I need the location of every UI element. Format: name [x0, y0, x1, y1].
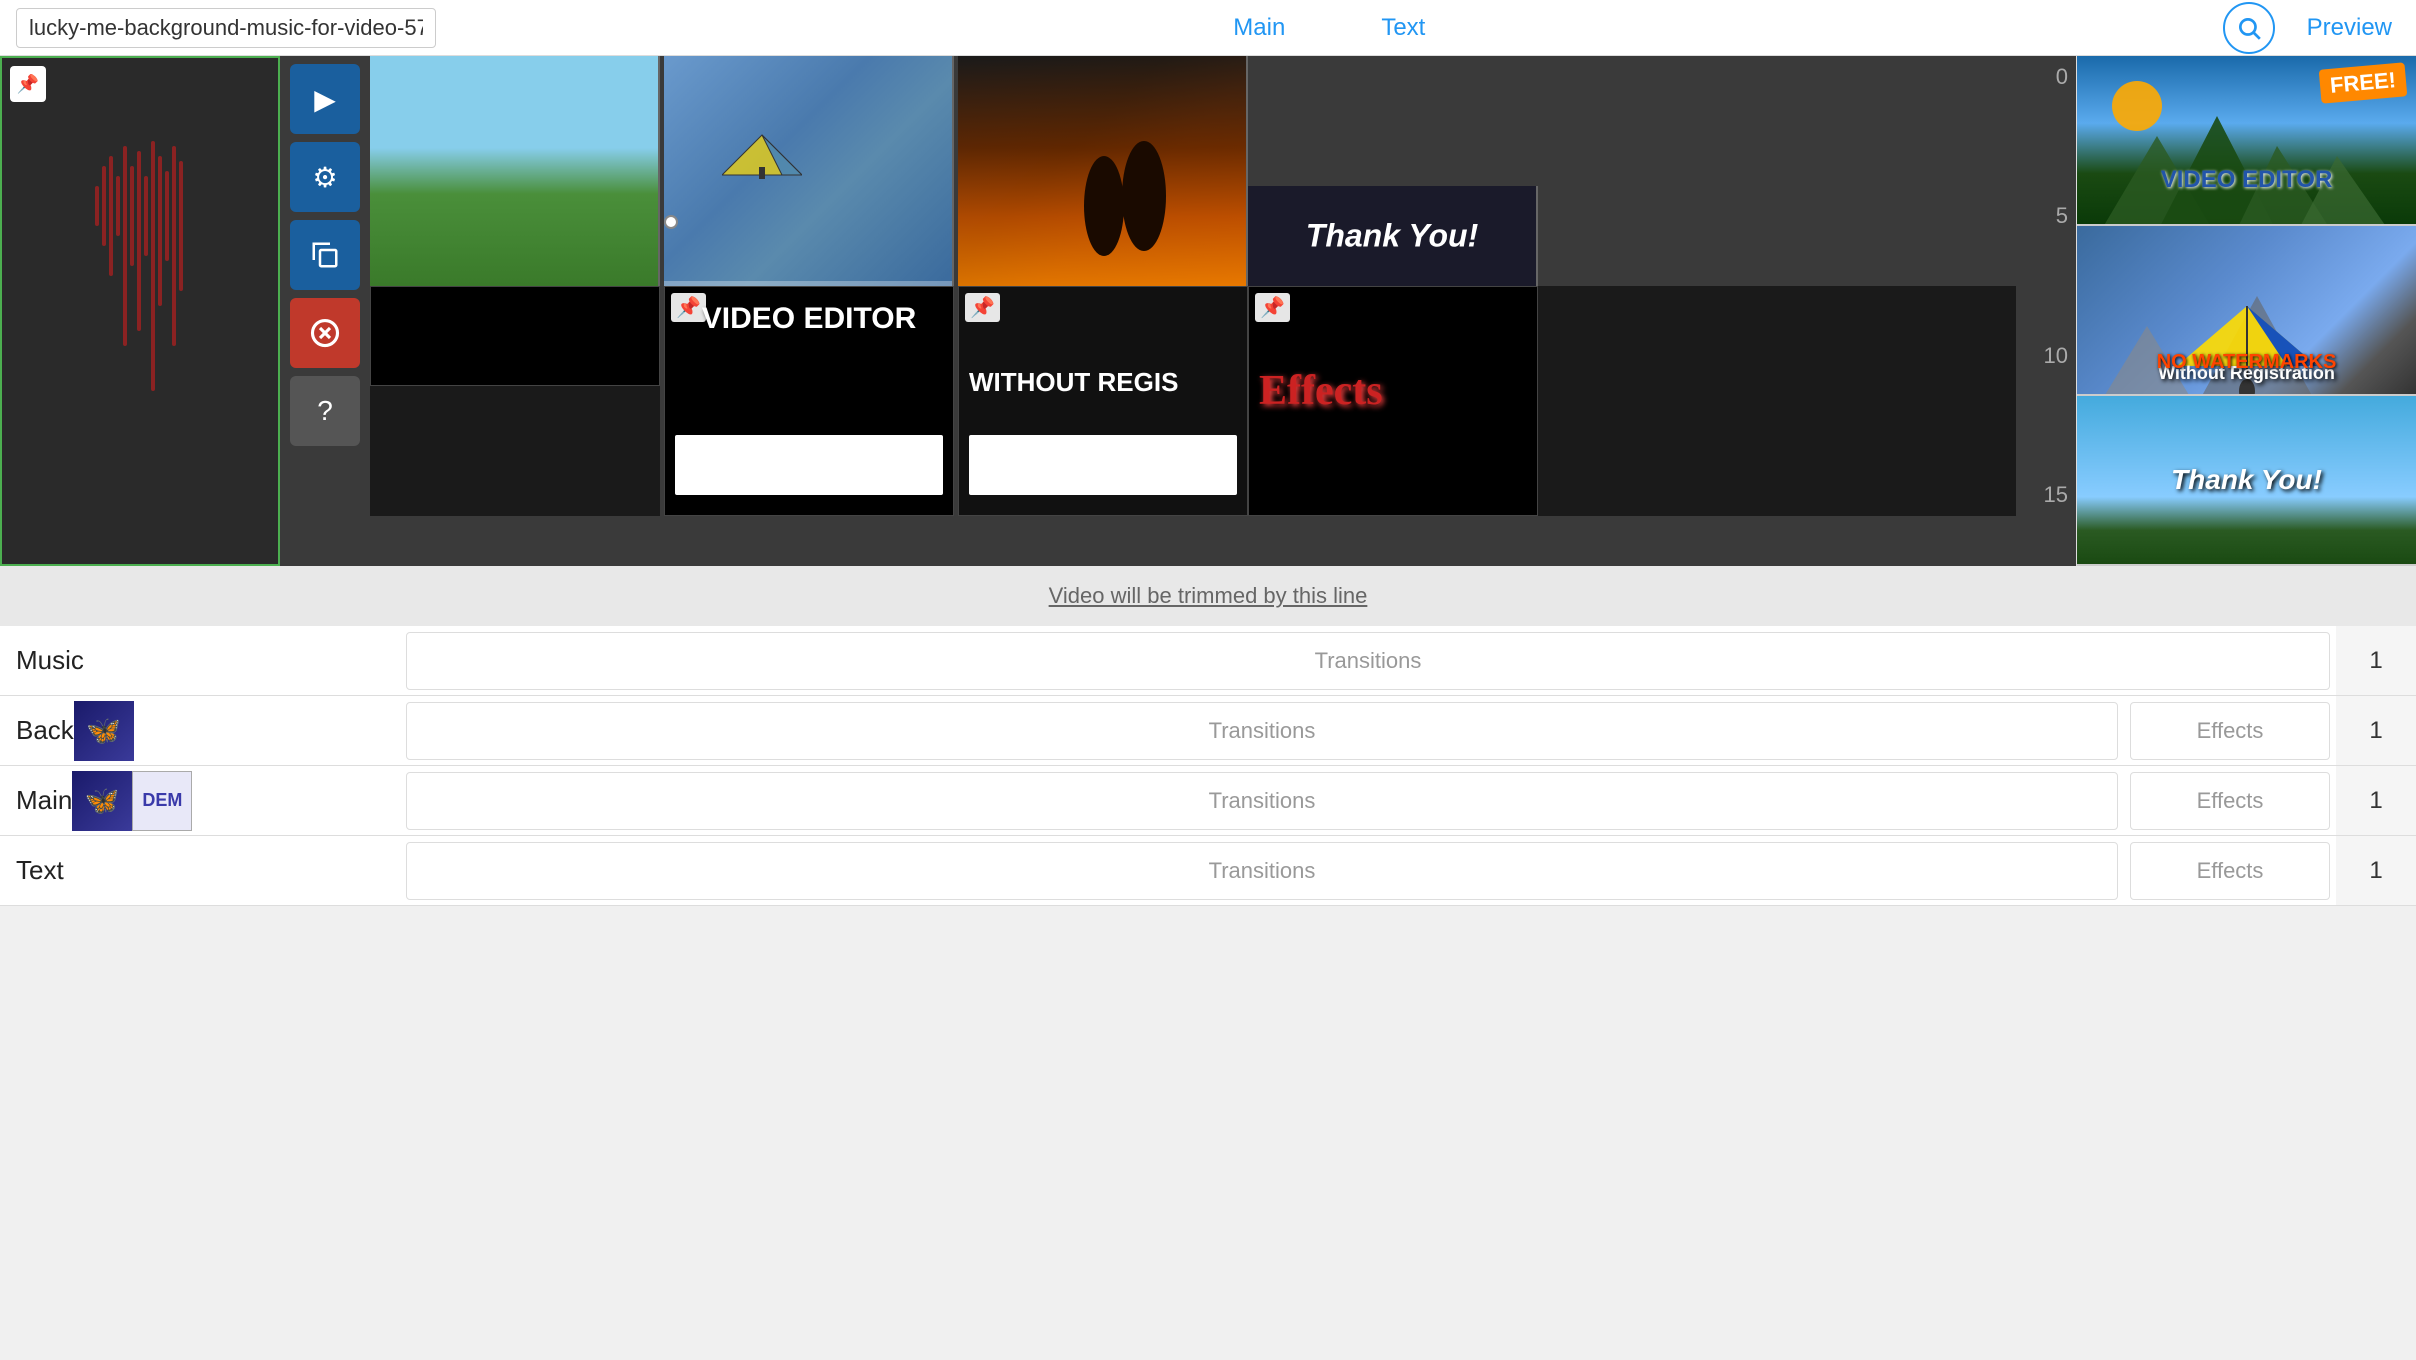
sidebar-main-label: Main [16, 785, 72, 816]
preview-panel: FREE! VIDEO EDITOR Without Registration … [2076, 56, 2416, 566]
text-track: 📌 VIDEO EDITOR 📌 WITHOUT REGIS 📌 Effects [370, 286, 2076, 516]
waveform-svg [95, 136, 185, 536]
right-numbers: 1 1 1 1 [2336, 626, 2416, 906]
sidebar-item-text[interactable]: Text [0, 836, 400, 906]
preview-item-hang[interactable]: Without Registration NO WATERMARKS [2077, 226, 2416, 396]
timeline-10: 10 [2020, 343, 2072, 369]
transition-btn-1[interactable]: Transitions [406, 702, 2118, 760]
preview-video-editor-text: VIDEO EDITOR [2077, 166, 2416, 194]
preview-thankyou-text: Thank You! [2077, 464, 2416, 496]
effects-btn-2[interactable]: Effects [2130, 772, 2330, 830]
pin-button[interactable]: 📌 [10, 66, 46, 102]
timeline-row-0: Transitions [400, 626, 2336, 696]
transition-btn-0[interactable]: Transitions [406, 632, 2330, 690]
timeline-numbers: 0 5 10 15 [2016, 56, 2076, 516]
effects-btn-1[interactable]: Effects [2130, 702, 2330, 760]
trim-area: Video will be trimmed by this line [0, 566, 2416, 626]
tab-text[interactable]: Text [1373, 10, 1433, 46]
clip-fire[interactable] [958, 56, 1248, 286]
bottom-area: Music Back 🦋 Main 🦋 DEM Text Transitions [0, 626, 2416, 906]
timeline-15: 15 [2020, 482, 2072, 508]
video-track-top: Thank You! [370, 56, 2076, 286]
timeline-row-2: Transitions Effects [400, 766, 2336, 836]
without-text: WITHOUT REGIS [969, 367, 1237, 398]
transition-btn-2[interactable]: Transitions [406, 772, 2118, 830]
pin-icon-effects: 📌 [1255, 293, 1290, 322]
sidebar-main-thumb: 🦋 [72, 771, 132, 831]
video-editor-title: VIDEO EDITOR [665, 302, 953, 336]
text-clip-effects[interactable]: 📌 Effects [1248, 286, 1538, 516]
middle-timeline: Transitions Transitions Effects Transiti… [400, 626, 2336, 906]
waveform-container [2, 58, 278, 564]
sidebar-text-label: Text [16, 855, 64, 886]
sidebar-back-label: Back [16, 715, 74, 746]
sidebar-music-label: Music [16, 645, 84, 676]
video-timeline: Thank You! 📌 VIDEO EDITOR [370, 56, 2076, 566]
pin-icon-without: 📌 [965, 293, 1000, 322]
help-button[interactable]: ? [290, 376, 360, 446]
editor-area: 📌 ▶ ⚙ [0, 56, 2416, 566]
audio-panel: 📌 [0, 56, 280, 566]
timeline-0: 0 [2020, 64, 2072, 90]
transition-btn-3[interactable]: Transitions [406, 842, 2118, 900]
timeline-row-1: Transitions Effects [400, 696, 2336, 766]
number-cell-3: 1 [2336, 836, 2416, 906]
no-watermarks-text: NO WATERMARKS [2077, 351, 2416, 374]
header-tabs: Main Text [436, 10, 2223, 46]
preview-item-thankyou[interactable]: Thank You! [2077, 396, 2416, 566]
timeline-5: 5 [2020, 203, 2072, 229]
left-sidebar: Music Back 🦋 Main 🦋 DEM Text [0, 626, 400, 906]
number-cell-0: 1 [2336, 626, 2416, 696]
clip-thankyou[interactable]: Thank You! [1248, 186, 1538, 286]
preview-label[interactable]: Preview [2299, 10, 2400, 46]
preview-item-mountain[interactable]: FREE! VIDEO EDITOR [2077, 56, 2416, 226]
sidebar-item-main[interactable]: Main 🦋 DEM [0, 766, 400, 836]
delete-button[interactable] [290, 298, 360, 368]
sidebar-item-music[interactable]: Music [0, 626, 400, 696]
header: Main Text Preview [0, 0, 2416, 56]
sidebar-back-thumb: 🦋 [74, 701, 134, 761]
text-clip-video-editor[interactable]: 📌 VIDEO EDITOR [664, 286, 954, 516]
thankyou-text: Thank You! [1258, 218, 1526, 255]
effects-text: Effects [1259, 367, 1527, 415]
tab-main[interactable]: Main [1225, 10, 1293, 46]
clip-hang-glider[interactable] [664, 56, 954, 286]
sidebar-dem-thumb: DEM [132, 771, 192, 831]
text-clip-1[interactable] [370, 286, 660, 386]
sidebar-item-back[interactable]: Back 🦋 [0, 696, 400, 766]
effects-btn-3[interactable]: Effects [2130, 842, 2330, 900]
play-button[interactable]: ▶ [290, 64, 360, 134]
timeline-row-3: Transitions Effects [400, 836, 2336, 906]
filename-input[interactable] [16, 8, 436, 48]
controls-panel: ▶ ⚙ ? [280, 56, 370, 566]
trim-line-text: Video will be trimmed by this line [1049, 583, 1368, 609]
copy-button[interactable] [290, 220, 360, 290]
number-cell-2: 1 [2336, 766, 2416, 836]
number-cell-1: 1 [2336, 696, 2416, 766]
clip-landscape[interactable] [370, 56, 660, 286]
text-clip-without[interactable]: 📌 WITHOUT REGIS [958, 286, 1248, 516]
search-button[interactable] [2223, 2, 2275, 54]
settings-button[interactable]: ⚙ [290, 142, 360, 212]
